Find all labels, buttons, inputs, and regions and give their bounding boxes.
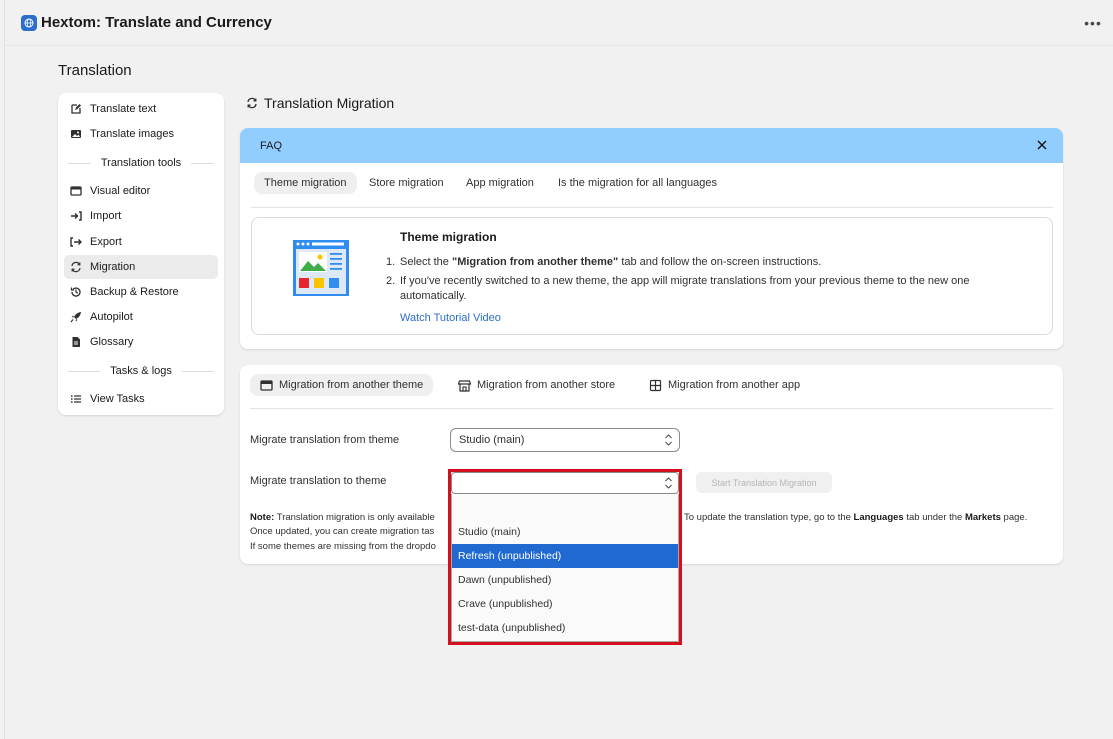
sidebar-item-migration[interactable]: Migration [64, 255, 218, 279]
theme-illustration [293, 240, 349, 296]
sidebar-item-label: Import [90, 210, 122, 222]
tab-store-migration[interactable]: Store migration [359, 172, 454, 194]
tab-migration-store[interactable]: Migration from another store [448, 374, 625, 396]
sidebar-item-label: Glossary [90, 336, 134, 348]
sidebar-item-translate-images[interactable]: Translate images [64, 122, 218, 146]
faq-step-1: 1. Select the "Migration from another the… [386, 256, 822, 268]
rocket-icon [70, 312, 81, 323]
sidebar-item-export[interactable]: Export [64, 230, 218, 254]
from-theme-value: Studio (main) [459, 434, 525, 446]
faq-step-2: 2. If you've recently switched to a new t… [386, 275, 970, 302]
tab-all-languages[interactable]: Is the migration for all languages [548, 172, 727, 194]
select-arrows-icon [665, 434, 672, 446]
from-theme-label: Migrate translation from theme [250, 434, 400, 446]
faq-header: FAQ [240, 128, 1063, 163]
edit-icon [71, 104, 81, 114]
to-theme-options: Studio (main) Refresh (unpublished) Dawn… [451, 494, 679, 642]
section-translation-tools: Translation tools [68, 156, 214, 170]
migration-note: Note: Translation migration is only avai… [250, 512, 435, 523]
sidebar-item-glossary[interactable]: Glossary [64, 330, 218, 354]
tab-theme-migration[interactable]: Theme migration [254, 172, 357, 194]
image-icon [71, 130, 81, 138]
watch-tutorial-link[interactable]: Watch Tutorial Video [400, 312, 501, 324]
sync-icon [247, 97, 257, 109]
close-icon[interactable] [1035, 138, 1049, 152]
faq-divider [251, 207, 1053, 208]
more-horizontal-icon[interactable]: ••• [1084, 14, 1102, 32]
store-icon [458, 379, 471, 392]
import-icon [71, 211, 82, 221]
migration-note-line2: Once updated, you can create migration t… [250, 526, 435, 537]
sidebar-item-backup-restore[interactable]: Backup & Restore [64, 280, 218, 304]
list-icon [70, 395, 81, 403]
app-title: Hextom: Translate and Currency [41, 14, 272, 31]
migration-divider [250, 408, 1053, 409]
sidebar-item-label: Translate text [90, 103, 157, 115]
option-crave[interactable]: Crave (unpublished) [452, 592, 678, 616]
sync-icon [71, 261, 81, 273]
window-icon [70, 186, 82, 196]
migration-note-line3: If some themes are missing from the drop… [250, 541, 436, 552]
document-icon [72, 337, 80, 347]
app-header: Hextom: Translate and Currency ••• [5, 0, 1113, 46]
sidebar-item-label: Backup & Restore [90, 286, 179, 298]
faq-content-title: Theme migration [400, 230, 497, 244]
sidebar-item-label: Migration [90, 261, 136, 273]
select-arrows-icon [665, 477, 672, 489]
to-theme-label: Migrate translation to theme [250, 475, 387, 487]
export-icon [70, 237, 82, 247]
sidebar-item-label: Translate images [90, 128, 174, 140]
globe-icon [21, 14, 37, 31]
option-refresh[interactable]: Refresh (unpublished) [452, 544, 678, 568]
section-tasks-logs: Tasks & logs [68, 364, 214, 378]
from-theme-select[interactable]: Studio (main) [450, 428, 680, 452]
section-title: Translation Migration [246, 95, 394, 111]
option-empty[interactable] [452, 496, 678, 520]
tab-migration-app[interactable]: Migration from another app [639, 374, 810, 396]
sidebar-item-label: Visual editor [90, 185, 151, 197]
tab-app-migration[interactable]: App migration [456, 172, 544, 194]
faq-label: FAQ [260, 139, 283, 152]
option-test-data[interactable]: test-data (unpublished) [452, 616, 678, 640]
sidebar-item-import[interactable]: Import [64, 204, 218, 228]
sidebar-item-visual-editor[interactable]: Visual editor [64, 179, 218, 203]
option-studio[interactable]: Studio (main) [452, 520, 678, 544]
sidebar-item-translate-text[interactable]: Translate text [64, 97, 218, 121]
sidebar-item-autopilot[interactable]: Autopilot [64, 305, 218, 329]
sidebar-item-label: View Tasks [90, 393, 145, 405]
apps-icon [649, 379, 662, 391]
theme-icon [260, 379, 273, 391]
tab-migration-theme[interactable]: Migration from another theme [250, 374, 434, 396]
history-icon [70, 287, 81, 297]
start-migration-button[interactable]: Start Translation Migration [696, 472, 832, 493]
faq-card: FAQ Theme migration Store migration App … [240, 128, 1063, 349]
option-dawn[interactable]: Dawn (unpublished) [452, 568, 678, 592]
sidebar-item-view-tasks[interactable]: View Tasks [64, 387, 218, 411]
sidebar-item-label: Autopilot [90, 311, 133, 323]
to-theme-select[interactable] [451, 472, 679, 494]
page-title: Translation [58, 62, 132, 79]
sidebar: Translate text Translate images Translat… [58, 93, 224, 415]
faq-content: Theme migration 1. Select the "Migration … [251, 217, 1053, 335]
sidebar-item-label: Export [90, 236, 122, 248]
migration-note-right: To update the translation type, go to th… [684, 512, 1028, 523]
